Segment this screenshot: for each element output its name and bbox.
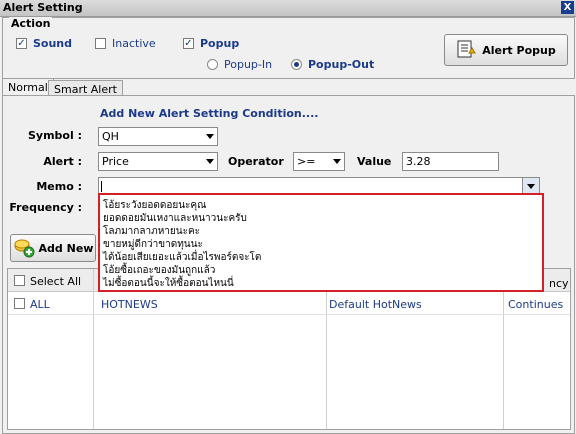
alert-list-icon [456, 40, 477, 60]
chevron-down-icon [527, 184, 535, 189]
symbol-value: QH [102, 130, 119, 143]
alert-popup-label: Alert Popup [482, 43, 556, 57]
memo-option[interactable]: ได้น้อยเสียเยอะแล้วเมื่อไรพอร์ตจะโต [103, 251, 261, 264]
value-label: Value [357, 155, 392, 168]
form-heading: Add New Alert Setting Condition.... [100, 107, 319, 120]
alert-type-value: Price [102, 155, 129, 168]
memo-label: Memo : [36, 180, 82, 193]
alert-label: Alert : [43, 155, 82, 168]
sound-checkbox[interactable]: ✓ [16, 38, 27, 49]
chevron-down-icon [206, 134, 214, 139]
value-input[interactable]: 3.28 [402, 152, 499, 171]
symbol-combo[interactable]: QH [98, 127, 218, 146]
operator-value: >= [297, 155, 316, 168]
memo-dropdown-list: โอ้ยระวังยอดดอยนะคุณ ยอดดอยมันเหงาและหนา… [98, 193, 544, 292]
alert-type-combo[interactable]: Price [98, 152, 218, 171]
inactive-checkbox[interactable] [95, 38, 106, 49]
symbol-label: Symbol : [28, 129, 82, 142]
title-bar: Alert Setting X [0, 0, 576, 17]
popup-in-label: Popup-In [224, 58, 273, 71]
operator-combo[interactable]: >= [293, 152, 345, 171]
popup-label: Popup [200, 37, 240, 50]
row-checkbox[interactable] [14, 298, 25, 309]
sound-label: Sound [33, 37, 73, 50]
inactive-label: Inactive [112, 37, 156, 50]
chevron-down-icon [333, 159, 341, 164]
operator-label: Operator [228, 155, 284, 168]
frequency-column-header: ncy [549, 277, 569, 290]
memo-option[interactable]: ขายหมู่ดีกว่าขาดทุนนะ [103, 238, 203, 251]
row-symbol: ALL [30, 298, 50, 311]
select-all-label: Select All [30, 275, 82, 288]
row-memo: Default HotNews [329, 298, 422, 311]
popup-checkbox[interactable]: ✓ [183, 38, 194, 49]
memo-option[interactable]: ไม่ซื้อตอนนี้จะให้ซื้อตอนไหนนี่ [103, 277, 234, 290]
action-group: Action ✓ Sound Inactive ✓ Popup Popup-In… [2, 17, 575, 79]
add-coins-icon [13, 238, 35, 258]
memo-option[interactable]: โอ้ยระวังยอดดอยนะคุณ [103, 199, 206, 212]
alert-grid: Select All ncy ALL HOTNEWS Default HotNe… [7, 268, 571, 430]
frequency-label: Frequency : [9, 201, 82, 214]
memo-option[interactable]: ยอดดอยมันเหงาและหนาวนะครับ [103, 212, 247, 225]
add-new-label: Add New [38, 241, 94, 255]
close-button[interactable]: X [561, 1, 574, 14]
popup-out-label: Popup-Out [308, 58, 375, 71]
action-legend: Action [9, 17, 53, 30]
text-cursor [101, 181, 102, 192]
row-frequency: Continues [508, 298, 564, 311]
add-new-button[interactable]: Add New [10, 234, 96, 262]
alert-popup-button[interactable]: Alert Popup [444, 34, 568, 66]
popup-in-radio[interactable] [207, 59, 218, 70]
row-name: HOTNEWS [101, 298, 158, 311]
chevron-down-icon [206, 159, 214, 164]
popup-out-radio[interactable] [291, 59, 302, 70]
select-all-checkbox[interactable] [14, 275, 25, 286]
table-row[interactable]: ALL HOTNEWS Default HotNews Continues [8, 292, 570, 315]
window-title: Alert Setting [3, 1, 83, 14]
memo-option[interactable]: โอ้ยซื้อเถอะของมันถูกแล้ว [103, 264, 215, 277]
memo-option[interactable]: โลภมากลาภหายนะคะ [103, 225, 200, 238]
